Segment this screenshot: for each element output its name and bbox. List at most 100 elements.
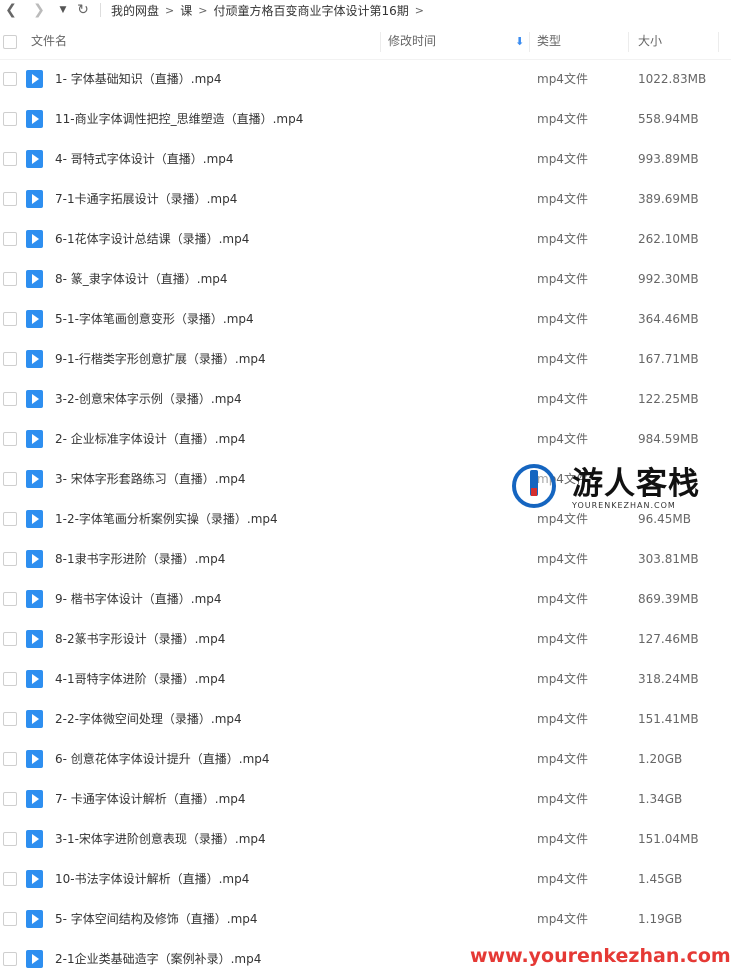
- breadcrumb-separator-icon: >: [198, 3, 208, 17]
- file-name[interactable]: 1-2-字体笔画分析案例实操（录播）.mp4: [55, 499, 278, 539]
- sort-descending-icon[interactable]: ⬇: [515, 24, 524, 59]
- row-checkbox[interactable]: [3, 952, 17, 966]
- file-type: mp4文件: [537, 312, 588, 326]
- row-checkbox[interactable]: [3, 72, 17, 86]
- file-name[interactable]: 2-1企业类基础造字（案例补录）.mp4: [55, 939, 261, 979]
- file-row[interactable]: 8- 篆_隶字体设计（直播）.mp4 mp4文件 992.30MB: [0, 259, 731, 299]
- file-name[interactable]: 3-2-创意宋体字示例（录播）.mp4: [55, 379, 242, 419]
- row-checkbox[interactable]: [3, 672, 17, 686]
- breadcrumb-item[interactable]: 付顽童方格百变商业字体设计第16期: [213, 2, 408, 19]
- column-header-type[interactable]: 类型: [537, 24, 561, 59]
- video-file-icon: [26, 710, 43, 728]
- column-header-modified[interactable]: 修改时间: [388, 24, 528, 59]
- row-checkbox[interactable]: [3, 832, 17, 846]
- file-size: 364.46MB: [638, 312, 699, 326]
- row-checkbox[interactable]: [3, 472, 17, 486]
- file-type: mp4文件: [537, 432, 588, 446]
- file-row[interactable]: 10-书法字体设计解析（直播）.mp4 mp4文件 1.45GB: [0, 859, 731, 899]
- file-row[interactable]: 11-商业字体调性把控_思维塑造（直播）.mp4 mp4文件 558.94MB: [0, 99, 731, 139]
- file-list-header: 文件名 修改时间 ⬇ 类型 大小: [0, 24, 731, 60]
- row-checkbox[interactable]: [3, 112, 17, 126]
- file-name[interactable]: 4-1哥特字体进阶（录播）.mp4: [55, 659, 225, 699]
- back-arrow-icon[interactable]: ❮: [0, 0, 22, 20]
- column-header-size[interactable]: 大小: [638, 24, 662, 59]
- row-checkbox[interactable]: [3, 872, 17, 886]
- file-name[interactable]: 8- 篆_隶字体设计（直播）.mp4: [55, 259, 228, 299]
- file-name[interactable]: 7-1卡通字拓展设计（录播）.mp4: [55, 179, 237, 219]
- row-checkbox[interactable]: [3, 552, 17, 566]
- file-row[interactable]: 1- 字体基础知识（直播）.mp4 mp4文件 1022.83MB: [0, 59, 731, 99]
- file-name[interactable]: 5-1-字体笔画创意变形（录播）.mp4: [55, 299, 254, 339]
- row-checkbox[interactable]: [3, 312, 17, 326]
- file-name[interactable]: 8-2篆书字形设计（录播）.mp4: [55, 619, 225, 659]
- file-size: 127.46MB: [638, 632, 699, 646]
- video-file-icon: [26, 630, 43, 648]
- video-file-icon: [26, 430, 43, 448]
- file-row[interactable]: 3-2-创意宋体字示例（录播）.mp4 mp4文件 122.25MB: [0, 379, 731, 419]
- file-row[interactable]: 2- 企业标准字体设计（直播）.mp4 mp4文件 984.59MB: [0, 419, 731, 459]
- file-row[interactable]: 4-1哥特字体进阶（录播）.mp4 mp4文件 318.24MB: [0, 659, 731, 699]
- file-row[interactable]: 8-1隶书字形进阶（录播）.mp4 mp4文件 303.81MB: [0, 539, 731, 579]
- row-checkbox[interactable]: [3, 712, 17, 726]
- row-checkbox[interactable]: [3, 592, 17, 606]
- file-row[interactable]: 5- 字体空间结构及修饰（直播）.mp4 mp4文件 1.19GB: [0, 899, 731, 939]
- file-name[interactable]: 3- 宋体字形套路练习（直播）.mp4: [55, 459, 246, 499]
- select-all-checkbox[interactable]: [3, 35, 17, 49]
- file-name[interactable]: 9- 楷书字体设计（直播）.mp4: [55, 579, 222, 619]
- forward-arrow-icon[interactable]: ❯: [28, 0, 50, 20]
- file-row[interactable]: 6- 创意花体字体设计提升（直播）.mp4 mp4文件 1.20GB: [0, 739, 731, 779]
- file-size: 992.30MB: [638, 272, 699, 286]
- row-checkbox[interactable]: [3, 752, 17, 766]
- video-file-icon: [26, 270, 43, 288]
- video-file-icon: [26, 550, 43, 568]
- video-file-icon: [26, 310, 43, 328]
- row-checkbox[interactable]: [3, 432, 17, 446]
- file-list: 1- 字体基础知识（直播）.mp4 mp4文件 1022.83MB 11-商业字体调…: [0, 59, 731, 979]
- row-checkbox[interactable]: [3, 352, 17, 366]
- file-name[interactable]: 8-1隶书字形进阶（录播）.mp4: [55, 539, 225, 579]
- history-dropdown-icon[interactable]: ▼: [56, 0, 70, 20]
- row-checkbox[interactable]: [3, 272, 17, 286]
- file-name[interactable]: 10-书法字体设计解析（直播）.mp4: [55, 859, 249, 899]
- file-name[interactable]: 2- 企业标准字体设计（直播）.mp4: [55, 419, 246, 459]
- file-row[interactable]: 8-2篆书字形设计（录播）.mp4 mp4文件 127.46MB: [0, 619, 731, 659]
- file-row[interactable]: 4- 哥特式字体设计（直播）.mp4 mp4文件 993.89MB: [0, 139, 731, 179]
- breadcrumb-expand-icon[interactable]: >: [415, 4, 424, 17]
- row-checkbox[interactable]: [3, 912, 17, 926]
- file-type: mp4文件: [537, 912, 588, 926]
- column-divider: [628, 32, 629, 52]
- file-name[interactable]: 5- 字体空间结构及修饰（直播）.mp4: [55, 899, 258, 939]
- file-name[interactable]: 3-1-宋体字进阶创意表现（录播）.mp4: [55, 819, 266, 859]
- file-type: mp4文件: [537, 552, 588, 566]
- row-checkbox[interactable]: [3, 152, 17, 166]
- file-name[interactable]: 11-商业字体调性把控_思维塑造（直播）.mp4: [55, 99, 303, 139]
- file-name[interactable]: 4- 哥特式字体设计（直播）.mp4: [55, 139, 234, 179]
- row-checkbox[interactable]: [3, 392, 17, 406]
- file-name[interactable]: 1- 字体基础知识（直播）.mp4: [55, 59, 222, 99]
- file-row[interactable]: 2-2-字体微空间处理（录播）.mp4 mp4文件 151.41MB: [0, 699, 731, 739]
- file-row[interactable]: 6-1花体字设计总结课（录播）.mp4 mp4文件 262.10MB: [0, 219, 731, 259]
- file-type: mp4文件: [537, 712, 588, 726]
- row-checkbox[interactable]: [3, 192, 17, 206]
- row-checkbox[interactable]: [3, 232, 17, 246]
- file-row[interactable]: 9- 楷书字体设计（直播）.mp4 mp4文件 869.39MB: [0, 579, 731, 619]
- file-name[interactable]: 7- 卡通字体设计解析（直播）.mp4: [55, 779, 246, 819]
- breadcrumb-item[interactable]: 我的网盘: [111, 2, 159, 19]
- file-size: 993.89MB: [638, 152, 699, 166]
- file-row[interactable]: 3-1-宋体字进阶创意表现（录播）.mp4 mp4文件 151.04MB: [0, 819, 731, 859]
- row-checkbox[interactable]: [3, 512, 17, 526]
- file-name[interactable]: 6-1花体字设计总结课（录播）.mp4: [55, 219, 249, 259]
- file-row[interactable]: 7-1卡通字拓展设计（录播）.mp4 mp4文件 389.69MB: [0, 179, 731, 219]
- column-header-name[interactable]: 文件名: [31, 24, 67, 59]
- row-checkbox[interactable]: [3, 792, 17, 806]
- file-name[interactable]: 6- 创意花体字体设计提升（直播）.mp4: [55, 739, 270, 779]
- file-name[interactable]: 2-2-字体微空间处理（录播）.mp4: [55, 699, 242, 739]
- refresh-icon[interactable]: ↻: [72, 0, 94, 20]
- file-row[interactable]: 7- 卡通字体设计解析（直播）.mp4 mp4文件 1.34GB: [0, 779, 731, 819]
- file-row[interactable]: 5-1-字体笔画创意变形（录播）.mp4 mp4文件 364.46MB: [0, 299, 731, 339]
- file-row[interactable]: 9-1-行楷类字形创意扩展（录播）.mp4 mp4文件 167.71MB: [0, 339, 731, 379]
- column-divider: [718, 32, 719, 52]
- file-name[interactable]: 9-1-行楷类字形创意扩展（录播）.mp4: [55, 339, 266, 379]
- breadcrumb-item[interactable]: 课: [180, 2, 192, 19]
- row-checkbox[interactable]: [3, 632, 17, 646]
